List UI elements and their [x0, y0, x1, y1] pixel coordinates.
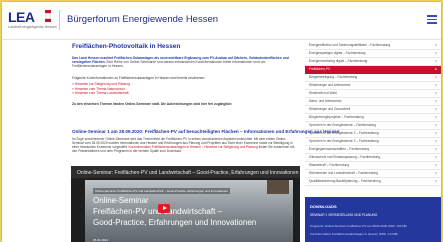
chevron-right-icon: ▸	[435, 99, 437, 103]
sidebar-item-label: Windenergie und Gesundheit	[309, 107, 351, 111]
header-divider	[59, 10, 60, 30]
sidebar-item-windkraft-wald[interactable]: Windkraft und Wald ▸	[305, 90, 441, 98]
sidebar-item-label: Qualitätssicherung Bauleitplanung – Fach…	[309, 179, 381, 183]
sidebar-item-sprechen-3[interactable]: Sprechen in der Energiewende 3 – Fachber…	[305, 138, 441, 146]
sidebar-item-label: Sprechen in der Energiewende – Fachberat…	[309, 123, 376, 127]
sidebar-item-label: Freiflächen-PV	[309, 67, 331, 71]
video-title[interactable]: Online-Seminar: Freiflächen-PV und Landw…	[77, 170, 299, 176]
sidebar-item-windenergie-gesundheit[interactable]: Windenergie und Gesundheit ▸	[305, 106, 441, 114]
sidebar-item-natur-artenschutz[interactable]: Natur- und Artenschutz ▸	[305, 98, 441, 106]
seminar-section-title: Online-Seminar 1 am 28.09.2020: Freifläc…	[72, 129, 340, 134]
chevron-right-icon: ▸	[435, 91, 437, 95]
chevron-right-icon: ▸	[435, 75, 437, 79]
chevron-right-icon: ▸	[435, 163, 437, 167]
sidebar-item-label: Wasserkraft – Fachberatung	[309, 163, 350, 167]
logo-subtitle: LandesEnergieAgentur Hessen	[8, 25, 57, 29]
sidebar-item-label: Windkraft und Wald	[309, 91, 337, 95]
sidebar-item-waermenetze[interactable]: Wärmenetze und Landwirtschaft – Fachbera…	[305, 170, 441, 178]
sidebar-nav: Energieeffizienz und Sanierungsleitfäden…	[305, 42, 441, 186]
info-link-list: » Hinweise zur Steigerung und Planung » …	[72, 82, 130, 96]
sidebar-item-label: Bürgerbeteiligung – Fachberatung	[309, 75, 358, 79]
sidebar-item-energieeffizienz[interactable]: Energieeffizienz und Sanierungsleitfäden…	[305, 42, 441, 50]
sidebar-item-label: Bürgerenergieprojekte – Fachberatung	[309, 115, 364, 119]
seminar-note: Zu den einzelnen Themen fanden Online-Se…	[72, 102, 233, 106]
logo-wordmark: LEA	[8, 9, 35, 25]
page-title: Freiflächen-Photovoltaik in Hessen	[72, 43, 181, 50]
sidebar-item-label: Energiemonitoring digital – Fachberatung	[309, 59, 368, 63]
chevron-right-icon: ▸	[435, 59, 437, 63]
chevron-right-icon: ▸	[435, 155, 437, 159]
chevron-right-icon: ▸	[435, 43, 437, 47]
sidebar-item-buergerenergieprojekte[interactable]: Bürgerenergieprojekte – Fachberatung ▸	[305, 114, 441, 122]
site-header: LEA LandesEnergieAgentur Hessen Bürgerfo…	[2, 2, 441, 40]
chevron-right-icon: ▸	[435, 107, 437, 111]
sidebar-item-sprechen-1[interactable]: Sprechen in der Energiewende – Fachberat…	[305, 122, 441, 130]
downloads-subheading: SEMINAR 1 VERSIEGELUNG UND PLANUNG	[310, 213, 378, 217]
info-list-label: Folgende Kurzinformationen zu Freifläche…	[72, 76, 206, 80]
sidebar-item-windenergie-artenschutz[interactable]: Windenergie und Artenschutz ▸	[305, 82, 441, 90]
intro-paragraph: Das Land Hessen erachtet Freiflächen-Sol…	[72, 56, 298, 69]
slide-date: 25.01.2021	[93, 238, 109, 242]
seminar-section-text: Im Zuge verschiedener Online-Seminare wi…	[72, 137, 298, 153]
sidebar-item-wasserkraft[interactable]: Wasserkraft – Fachberatung ▸	[305, 162, 441, 170]
sidebar-item-energiemonitoring[interactable]: Energiemonitoring digital – Fachberatung…	[305, 58, 441, 66]
chevron-right-icon: ▸	[435, 123, 437, 127]
chevron-right-icon: ▸	[435, 115, 437, 119]
site-title[interactable]: Bürgerforum Energiewende Hessen	[67, 14, 218, 25]
sidebar-item-energiegenossenschaften[interactable]: Energiegenossenschaften – Fachberatung ▸	[305, 146, 441, 154]
downloads-box: DOWNLOADS SEMINAR 1 VERSIEGELUNG UND PLA…	[305, 197, 441, 242]
download-link-kurzinfo[interactable]: Kurzinformation Freiflächensolaranlagen …	[310, 232, 398, 236]
chevron-right-icon: ▸	[435, 179, 437, 183]
sidebar-item-qualitaetssicherung[interactable]: Qualitätssicherung Bauleitplanung – Fach…	[305, 178, 441, 186]
sidebar-item-label: Klimaschutz und Klimaanpassung – Fachber…	[309, 155, 381, 159]
chevron-right-icon: ▸	[435, 83, 437, 87]
page: LEA LandesEnergieAgentur Hessen Bürgerfo…	[2, 2, 441, 242]
chevron-right-icon: ▸	[435, 171, 437, 175]
chevron-right-icon: ▸	[435, 139, 437, 143]
sidebar-item-energiespartipps[interactable]: Energiespartipps digital – Fachberatung ▸	[305, 50, 441, 58]
video-player[interactable]: Online-Seminar: Freiflächen-PV und Landw…	[71, 166, 300, 242]
chevron-right-icon: ▸	[435, 51, 437, 55]
sidebar-item-klimaschutz[interactable]: Klimaschutz und Klimaanpassung – Fachber…	[305, 154, 441, 162]
sidebar-item-label: Energiespartipps digital – Fachberatung	[309, 51, 366, 55]
slide-title-line-1: Online-Seminar	[93, 196, 149, 205]
sidebar-item-label: Sprechen in der Energiewende 2 – Fachber…	[309, 131, 379, 135]
sidebar-item-label: Energiegenossenschaften – Fachberatung	[309, 147, 370, 151]
sidebar-item-label: Natur- und Artenschutz	[309, 99, 342, 103]
slide-caption: Online-Seminar: Freiflächen-PV und Landw…	[93, 188, 230, 194]
download-link-programm[interactable]: Programm Online-Seminar Freiflächen-PV a…	[310, 224, 407, 228]
sidebar-item-label: Energieeffizienz und Sanierungsleitfäden…	[309, 43, 391, 47]
lea-logo[interactable]: LEA LandesEnergieAgentur Hessen	[8, 9, 57, 31]
sidebar-item-label: Sprechen in der Energiewende 3 – Fachber…	[309, 139, 379, 143]
sidebar-item-sprechen-2[interactable]: Sprechen in der Energiewende 2 – Fachber…	[305, 130, 441, 138]
info-link-landwirtschaft[interactable]: » Hinweise zum Thema Landwirtschaft	[72, 91, 130, 96]
chevron-right-icon: ▸	[435, 147, 437, 151]
chevron-right-icon: ▸	[435, 131, 437, 135]
info-link-planung[interactable]: » Hinweise zur Steigerung und Planung	[72, 82, 130, 87]
speaker-thumbnail	[267, 180, 289, 194]
sidebar-item-label: Wärmenetze und Landwirtschaft – Fachbera…	[309, 171, 378, 175]
slide-title-line-3: Good-Practice, Erfahrungen und Innovatio…	[93, 218, 257, 227]
play-button-icon[interactable]	[158, 204, 170, 213]
sidebar-item-buergerbeteiligung[interactable]: Bürgerbeteiligung – Fachberatung ▸	[305, 74, 441, 82]
hessen-flag-icon	[45, 10, 51, 22]
hamburger-menu-icon[interactable]	[427, 15, 437, 24]
video-title-bar: Online-Seminar: Freiflächen-PV und Landw…	[71, 166, 300, 178]
chevron-right-icon: ▸	[435, 67, 437, 71]
sidebar-item-freiflaechen-pv[interactable]: Freiflächen-PV ▸	[305, 66, 441, 74]
downloads-heading: DOWNLOADS	[310, 204, 337, 209]
sidebar-item-label: Windenergie und Artenschutz	[309, 83, 351, 87]
